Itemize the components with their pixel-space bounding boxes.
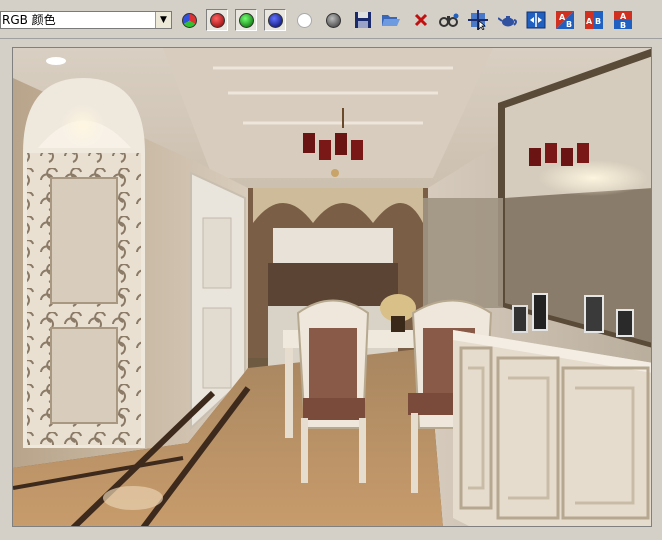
frame-buffer-toolbar: RGB 颜色 ▼ A B A B A B xyxy=(0,0,662,39)
region-icon xyxy=(468,10,488,30)
label-a: A xyxy=(559,13,566,22)
rgb-channel-button[interactable] xyxy=(178,9,200,31)
save-icon xyxy=(355,12,371,28)
label-a: A xyxy=(620,12,627,21)
ab-compare-button[interactable] xyxy=(525,9,547,31)
blue-channel-button[interactable] xyxy=(264,9,286,31)
label-b: B xyxy=(595,17,601,26)
ab-stack-icon: A B xyxy=(614,11,632,30)
teapot-button[interactable] xyxy=(497,9,519,31)
compare-icon xyxy=(439,13,459,27)
teapot-icon xyxy=(498,16,517,27)
save-button[interactable] xyxy=(352,9,374,31)
ab-vertical-button[interactable]: A B xyxy=(554,9,576,31)
region-button[interactable] xyxy=(467,9,489,31)
ab-compare-icon xyxy=(526,11,546,29)
channel-select[interactable]: RGB 颜色 ▼ xyxy=(0,11,172,29)
rendered-dining-room-image xyxy=(13,48,651,526)
channel-select-value: RGB 颜色 xyxy=(2,13,56,27)
compare-button[interactable] xyxy=(438,9,460,31)
clear-button[interactable] xyxy=(322,9,344,31)
red-channel-icon xyxy=(209,12,225,28)
red-channel-button[interactable] xyxy=(206,9,228,31)
ab-stack-button[interactable]: A B xyxy=(612,9,634,31)
blue-channel-icon xyxy=(267,12,283,28)
chevron-down-icon[interactable]: ▼ xyxy=(155,12,171,28)
mono-button[interactable] xyxy=(293,9,315,31)
open-button[interactable] xyxy=(380,9,402,31)
label-b: B xyxy=(620,21,626,30)
ab-horizontal-button[interactable]: A B xyxy=(583,9,605,31)
clear-icon xyxy=(325,12,341,28)
label-b: B xyxy=(566,20,572,29)
label-a: A xyxy=(586,17,593,26)
open-icon xyxy=(382,15,400,26)
close-icon xyxy=(414,13,428,27)
ab-vertical-icon: A B xyxy=(556,11,574,29)
rgb-channel-icon xyxy=(181,12,197,28)
close-button[interactable] xyxy=(410,9,432,31)
ab-horizontal-icon: A B xyxy=(585,11,603,29)
green-channel-button[interactable] xyxy=(235,9,257,31)
green-channel-icon xyxy=(238,12,254,28)
mono-icon xyxy=(296,12,312,28)
render-viewport[interactable] xyxy=(12,47,652,527)
